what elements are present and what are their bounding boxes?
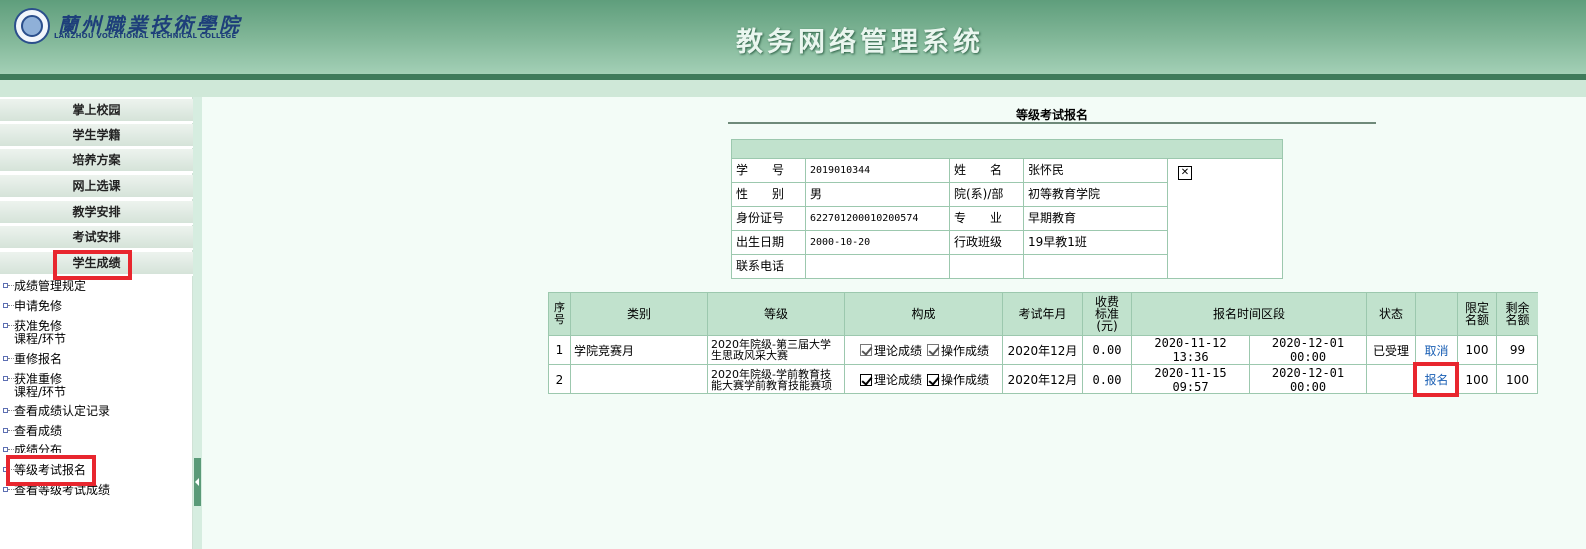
value-birth-date: 2000-10-20 (806, 231, 950, 255)
collapse-sidebar-handle-icon[interactable] (194, 458, 201, 506)
col-header-remaining: 剩余名额 (1497, 293, 1538, 336)
menu-item-teaching-schedule[interactable]: 教学安排 (0, 201, 193, 225)
menu-item-training-plan[interactable]: 培养方案 (0, 149, 193, 173)
cell-level: 2020年院级-第三届大学生思政风采大赛 (708, 336, 845, 365)
col-header-quota: 限定名额 (1458, 293, 1497, 336)
college-name-en: LANZHOU VOCATIONAL TECHNICAL COLLEGE (54, 32, 237, 40)
cancel-registration-link[interactable]: 取消 (1424, 342, 1448, 359)
page-title: 等级考试报名 (728, 106, 1376, 124)
cell-action: 取消 (1416, 336, 1458, 365)
cell-quota: 100 (1458, 365, 1497, 394)
col-header-registration-period: 报名时间区段 (1132, 293, 1367, 336)
value-phone (806, 255, 950, 279)
value-name: 张怀民 (1024, 159, 1168, 183)
menu-item-exam-schedule[interactable]: 考试安排 (0, 226, 193, 250)
cell-status (1367, 365, 1416, 394)
cell-composition: 理论成绩 操作成绩 (845, 336, 1003, 365)
sidebar-link-view-grades[interactable]: 查看成绩 (0, 425, 193, 439)
col-header-exam-month: 考试年月 (1003, 293, 1083, 336)
header-subbar (0, 80, 1586, 97)
menu-item-student-status[interactable]: 学生学籍 (0, 124, 193, 148)
cell-remaining: 99 (1497, 336, 1538, 365)
sidebar-link-level-exam-results[interactable]: 查看等级考试成绩 (0, 484, 193, 498)
cell-reg-start: 2020-11-15 09:57 (1132, 365, 1250, 394)
value-student-id: 2019010344 (806, 159, 950, 183)
info-table-header (732, 140, 1282, 159)
practice-checkbox[interactable] (927, 344, 940, 356)
sidebar-link-retake-registration[interactable]: 重修报名 (0, 353, 193, 367)
value-class: 19早教1班 (1024, 231, 1168, 255)
practice-label: 操作成绩 (941, 343, 990, 358)
empty-cell (950, 255, 1024, 279)
broken-image-icon: ✕ (1178, 166, 1192, 180)
theory-checkbox[interactable] (860, 373, 872, 386)
label-id-card: 身份证号 (732, 207, 806, 231)
label-major: 专 业 (950, 207, 1024, 231)
value-id-card: 622701200010200574 (806, 207, 950, 231)
label-student-id: 学 号 (732, 159, 806, 183)
sidebar-link-apply-exemption[interactable]: 申请免修 (0, 300, 193, 314)
cell-level: 2020年院级-学前教育技能大赛学前教育技能赛项 (708, 365, 845, 394)
cell-category: 学院竞赛月 (571, 336, 708, 365)
theory-label: 理论成绩 (874, 343, 923, 358)
highlight-box-level-exam (6, 455, 96, 486)
cell-quota: 100 (1458, 336, 1497, 365)
menu-item-course-selection[interactable]: 网上选课 (0, 175, 193, 199)
col-header-composition: 构成 (845, 293, 1003, 336)
cell-exam-month: 2020年12月 (1003, 336, 1083, 365)
label-department: 院(系)/部 (950, 183, 1024, 207)
value-major: 早期教育 (1024, 207, 1168, 231)
highlight-box-student-grades (53, 250, 132, 280)
label-class: 行政班级 (950, 231, 1024, 255)
cell-seq: 1 (549, 336, 571, 365)
sidebar-link-grade-distribution[interactable]: 成绩分布 (0, 444, 193, 453)
cell-reg-end: 2020-12-01 00:00 (1250, 336, 1367, 365)
col-header-fee: 收费标准(元) (1083, 293, 1132, 336)
sidebar-link-approved-retake[interactable]: 获准重修 课程/环节 (0, 373, 193, 401)
col-header-status: 状态 (1367, 293, 1416, 336)
practice-checkbox[interactable] (927, 373, 940, 386)
col-header-action (1416, 293, 1458, 336)
cell-fee: 0.00 (1083, 336, 1132, 365)
theory-checkbox[interactable] (860, 344, 872, 356)
sidebar-link-grade-rules[interactable]: 成绩管理规定 (0, 280, 193, 294)
student-photo: ✕ (1168, 159, 1283, 278)
student-info-table: 学 号 2019010344 姓 名 张怀民 性 别 男 院(系)/部 初等教育… (731, 139, 1283, 279)
cell-category (571, 365, 708, 394)
college-seal-logo (14, 8, 50, 44)
exam-registration-table: 序号 类别 等级 构成 考试年月 收费标准(元) 报名时间区段 状态 限定名额 … (548, 292, 1538, 394)
cell-composition: 理论成绩 操作成绩 (845, 365, 1003, 394)
page-header: 蘭州職業技術學院 LANZHOU VOCATIONAL TECHNICAL CO… (0, 0, 1586, 80)
cell-status: 已受理 (1367, 336, 1416, 365)
sidebar-link-approved-exemption[interactable]: 获准免修 课程/环节 (0, 320, 193, 348)
theory-label: 理论成绩 (874, 373, 923, 387)
cell-reg-end: 2020-12-01 00:00 (1250, 365, 1367, 394)
value-department: 初等教育学院 (1024, 183, 1168, 207)
menu-item-mobile-campus[interactable]: 掌上校园 (0, 99, 193, 123)
label-birth-date: 出生日期 (732, 231, 806, 255)
col-header-level: 等级 (708, 293, 845, 336)
col-header-category: 类别 (571, 293, 708, 336)
cell-seq: 2 (549, 365, 571, 394)
label-name: 姓 名 (950, 159, 1024, 183)
empty-cell (1024, 255, 1168, 279)
col-header-seq: 序号 (549, 293, 571, 336)
label-phone: 联系电话 (732, 255, 806, 279)
label-gender: 性 别 (732, 183, 806, 207)
cell-exam-month: 2020年12月 (1003, 365, 1083, 394)
practice-label: 操作成绩 (941, 373, 990, 387)
cell-remaining: 100 (1506, 372, 1529, 387)
sidebar-link-grade-recognition-records[interactable]: 查看成绩认定记录 (0, 405, 193, 419)
highlight-box-register (1413, 362, 1459, 397)
system-title: 教务网络管理系统 (736, 27, 984, 58)
cell-reg-start: 2020-11-12 13:36 (1132, 336, 1250, 365)
cell-fee: 0.00 (1083, 365, 1132, 394)
value-gender: 男 (806, 183, 950, 207)
